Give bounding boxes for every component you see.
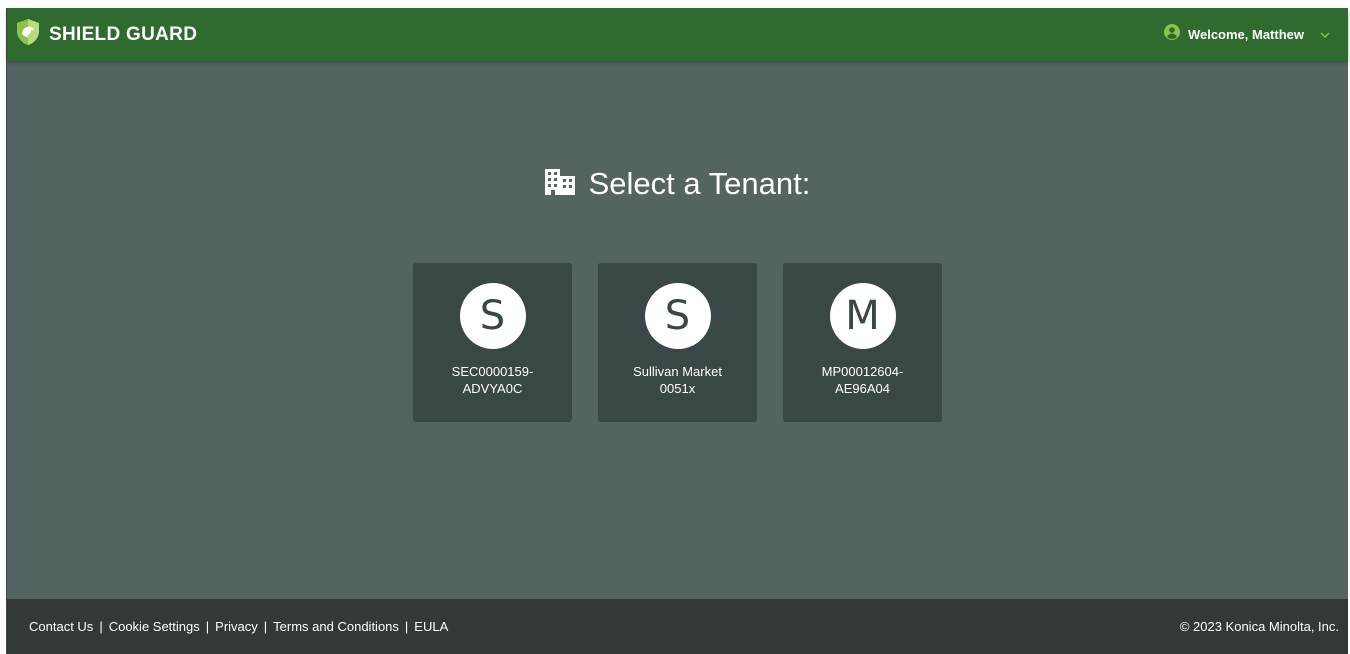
privacy-link[interactable]: Privacy [215,619,258,634]
page-title: Select a Tenant: [588,166,811,201]
tenant-list: S SEC0000159- ADVYA0C S Sullivan Market … [413,263,942,422]
tenant-name: Sullivan Market 0051x [633,364,722,396]
copyright: © 2023 Konica Minolta, Inc. [1179,619,1339,634]
app-frame: SHIELD GUARD Welcome, Matthew Select a T… [6,8,1348,654]
chevron-down-icon[interactable] [1320,26,1330,44]
shield-logo-icon [15,18,41,51]
footer-links: Contact Us | Cookie Settings | Privacy |… [29,619,448,634]
footer-separator: | [205,619,210,634]
footer-separator: | [99,619,103,634]
page-heading: Select a Tenant: [7,166,1348,202]
tenant-avatar: S [459,283,526,349]
tenant-avatar: S [644,283,711,349]
building-icon [544,168,575,200]
tenant-card[interactable]: M MP00012604- AE96A04 [783,263,942,422]
user-circle-icon [1163,24,1180,45]
welcome-text: Welcome, Matthew [1187,27,1304,42]
brand[interactable]: SHIELD GUARD [15,18,197,51]
terms-link[interactable]: Terms and Conditions [273,619,399,634]
tenant-name: SEC0000159- ADVYA0C [451,364,534,396]
eula-link[interactable]: EULA [414,619,448,634]
cookie-settings-link[interactable]: Cookie Settings [109,619,200,634]
footer-separator: | [263,619,268,634]
tenant-card[interactable]: S Sullivan Market 0051x [598,263,757,422]
tenant-card[interactable]: S SEC0000159- ADVYA0C [413,263,572,422]
user-menu[interactable]: Welcome, Matthew [1163,24,1330,45]
footer-separator: | [404,619,409,634]
tenant-avatar: M [829,283,896,349]
top-bar: SHIELD GUARD Welcome, Matthew [7,8,1348,61]
tenant-name: MP00012604- AE96A04 [821,364,904,396]
brand-name: SHIELD GUARD [49,23,198,45]
contact-us-link[interactable]: Contact Us [29,619,93,634]
footer: Contact Us | Cookie Settings | Privacy |… [7,599,1348,654]
